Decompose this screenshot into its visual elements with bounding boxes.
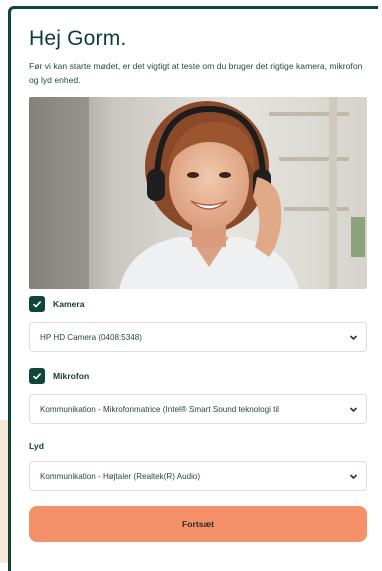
camera-select[interactable]: HP HD Camera (0408:5348) <box>29 322 367 352</box>
camera-preview <box>29 97 367 289</box>
camera-toggle-row[interactable]: Kamera <box>29 295 85 313</box>
camera-checkbox[interactable] <box>29 296 45 312</box>
checkmark-icon <box>32 373 42 380</box>
camera-selected-value: HP HD Camera (0408:5348) <box>40 332 142 342</box>
camera-preview-image <box>29 97 367 289</box>
microphone-toggle-row[interactable]: Mikrofon <box>29 367 89 385</box>
microphone-label: Mikrofon <box>53 371 90 381</box>
checkmark-icon <box>32 301 42 308</box>
microphone-selected-value: Kommunikation - Mikrofonmatrice (Intel® … <box>40 404 279 414</box>
continue-button[interactable]: Fortsæt <box>29 506 367 542</box>
greeting-heading: Hej Gorm. <box>29 27 127 50</box>
audio-selected-value: Kommunikation - Højtaler (Realtek(R) Aud… <box>40 471 201 481</box>
chevron-down-icon <box>349 335 358 341</box>
audio-select[interactable]: Kommunikation - Højtaler (Realtek(R) Aud… <box>29 461 367 491</box>
audio-row: Lyd <box>29 437 44 455</box>
chevron-down-icon <box>349 474 358 480</box>
camera-label: Kamera <box>53 299 85 309</box>
chevron-down-icon <box>349 407 358 413</box>
intro-text: Før vi kan starte mødet, er det vigtigt … <box>29 61 363 85</box>
device-check-card: Hej Gorm. Før vi kan starte mødet, er de… <box>8 6 378 571</box>
audio-label: Lyd <box>29 441 44 451</box>
microphone-select[interactable]: Kommunikation - Mikrofonmatrice (Intel® … <box>29 394 367 424</box>
microphone-checkbox[interactable] <box>29 368 45 384</box>
